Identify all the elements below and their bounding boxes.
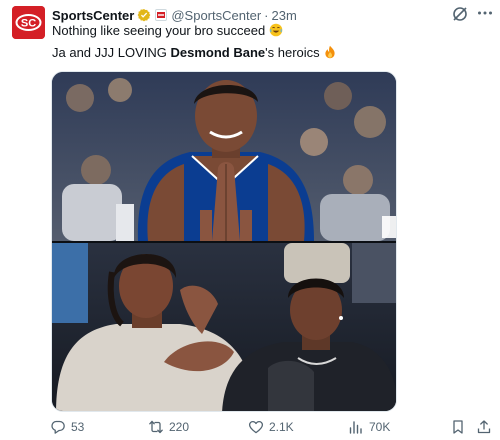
tweet-text-line-2: Ja and JJJ LOVING Desmond Bane's heroics (52, 45, 337, 62)
views-button[interactable]: 70K (348, 417, 390, 437)
bookmark-icon (453, 420, 463, 434)
grok-icon[interactable] (451, 5, 469, 23)
retweet-count: 220 (169, 420, 190, 434)
views-count: 70K (369, 420, 391, 434)
share-button[interactable] (476, 417, 492, 437)
courtside-fans-photo (52, 243, 396, 411)
author-handle[interactable]: @SportsCenter (171, 8, 261, 23)
espn-affiliate-badge-icon (155, 9, 168, 21)
tweet-text-line-1-text: Nothing like seeing your bro succeed (52, 23, 266, 38)
gold-verified-icon (137, 8, 151, 22)
like-button[interactable]: 2.1K (248, 417, 294, 437)
tweet-timestamp[interactable]: 23m (272, 8, 297, 23)
share-icon (477, 420, 491, 434)
tweet-media[interactable] (51, 71, 397, 412)
retweet-button[interactable]: 220 (148, 417, 189, 437)
bookmark-button[interactable] (450, 417, 466, 437)
reply-icon (51, 420, 65, 434)
tweet-text-bold-name: Desmond Bane (170, 45, 266, 60)
avatar-logo-text: SC (21, 18, 36, 30)
tweet-card[interactable]: SC SportsCenter @SportsCenter · 23m Noth… (0, 0, 500, 440)
reply-count: 53 (71, 420, 85, 434)
more-options-icon[interactable] (476, 4, 494, 22)
tweet-header: SportsCenter @SportsCenter · 23m (52, 6, 297, 24)
tweet-text-suffix: 's heroics (265, 45, 320, 60)
tweet-actions-bar: 53 220 2.1K 70K (48, 417, 498, 437)
tweet-text-prefix: Ja and JJJ LOVING (52, 45, 171, 60)
laughing-emoji-icon (269, 23, 283, 40)
reply-button[interactable]: 53 (50, 417, 84, 437)
fire-emoji-icon (323, 45, 337, 62)
retweet-icon (149, 420, 163, 434)
sportscenter-avatar[interactable]: SC (12, 6, 45, 39)
author-display-name[interactable]: SportsCenter (52, 8, 134, 23)
views-chart-icon (349, 421, 362, 434)
header-separator: · (264, 7, 269, 23)
tweet-text-line-1: Nothing like seeing your bro succeed (52, 23, 283, 40)
like-count: 2.1K (269, 420, 294, 434)
heart-icon (248, 420, 264, 434)
player-praying-hands-photo (52, 72, 396, 241)
